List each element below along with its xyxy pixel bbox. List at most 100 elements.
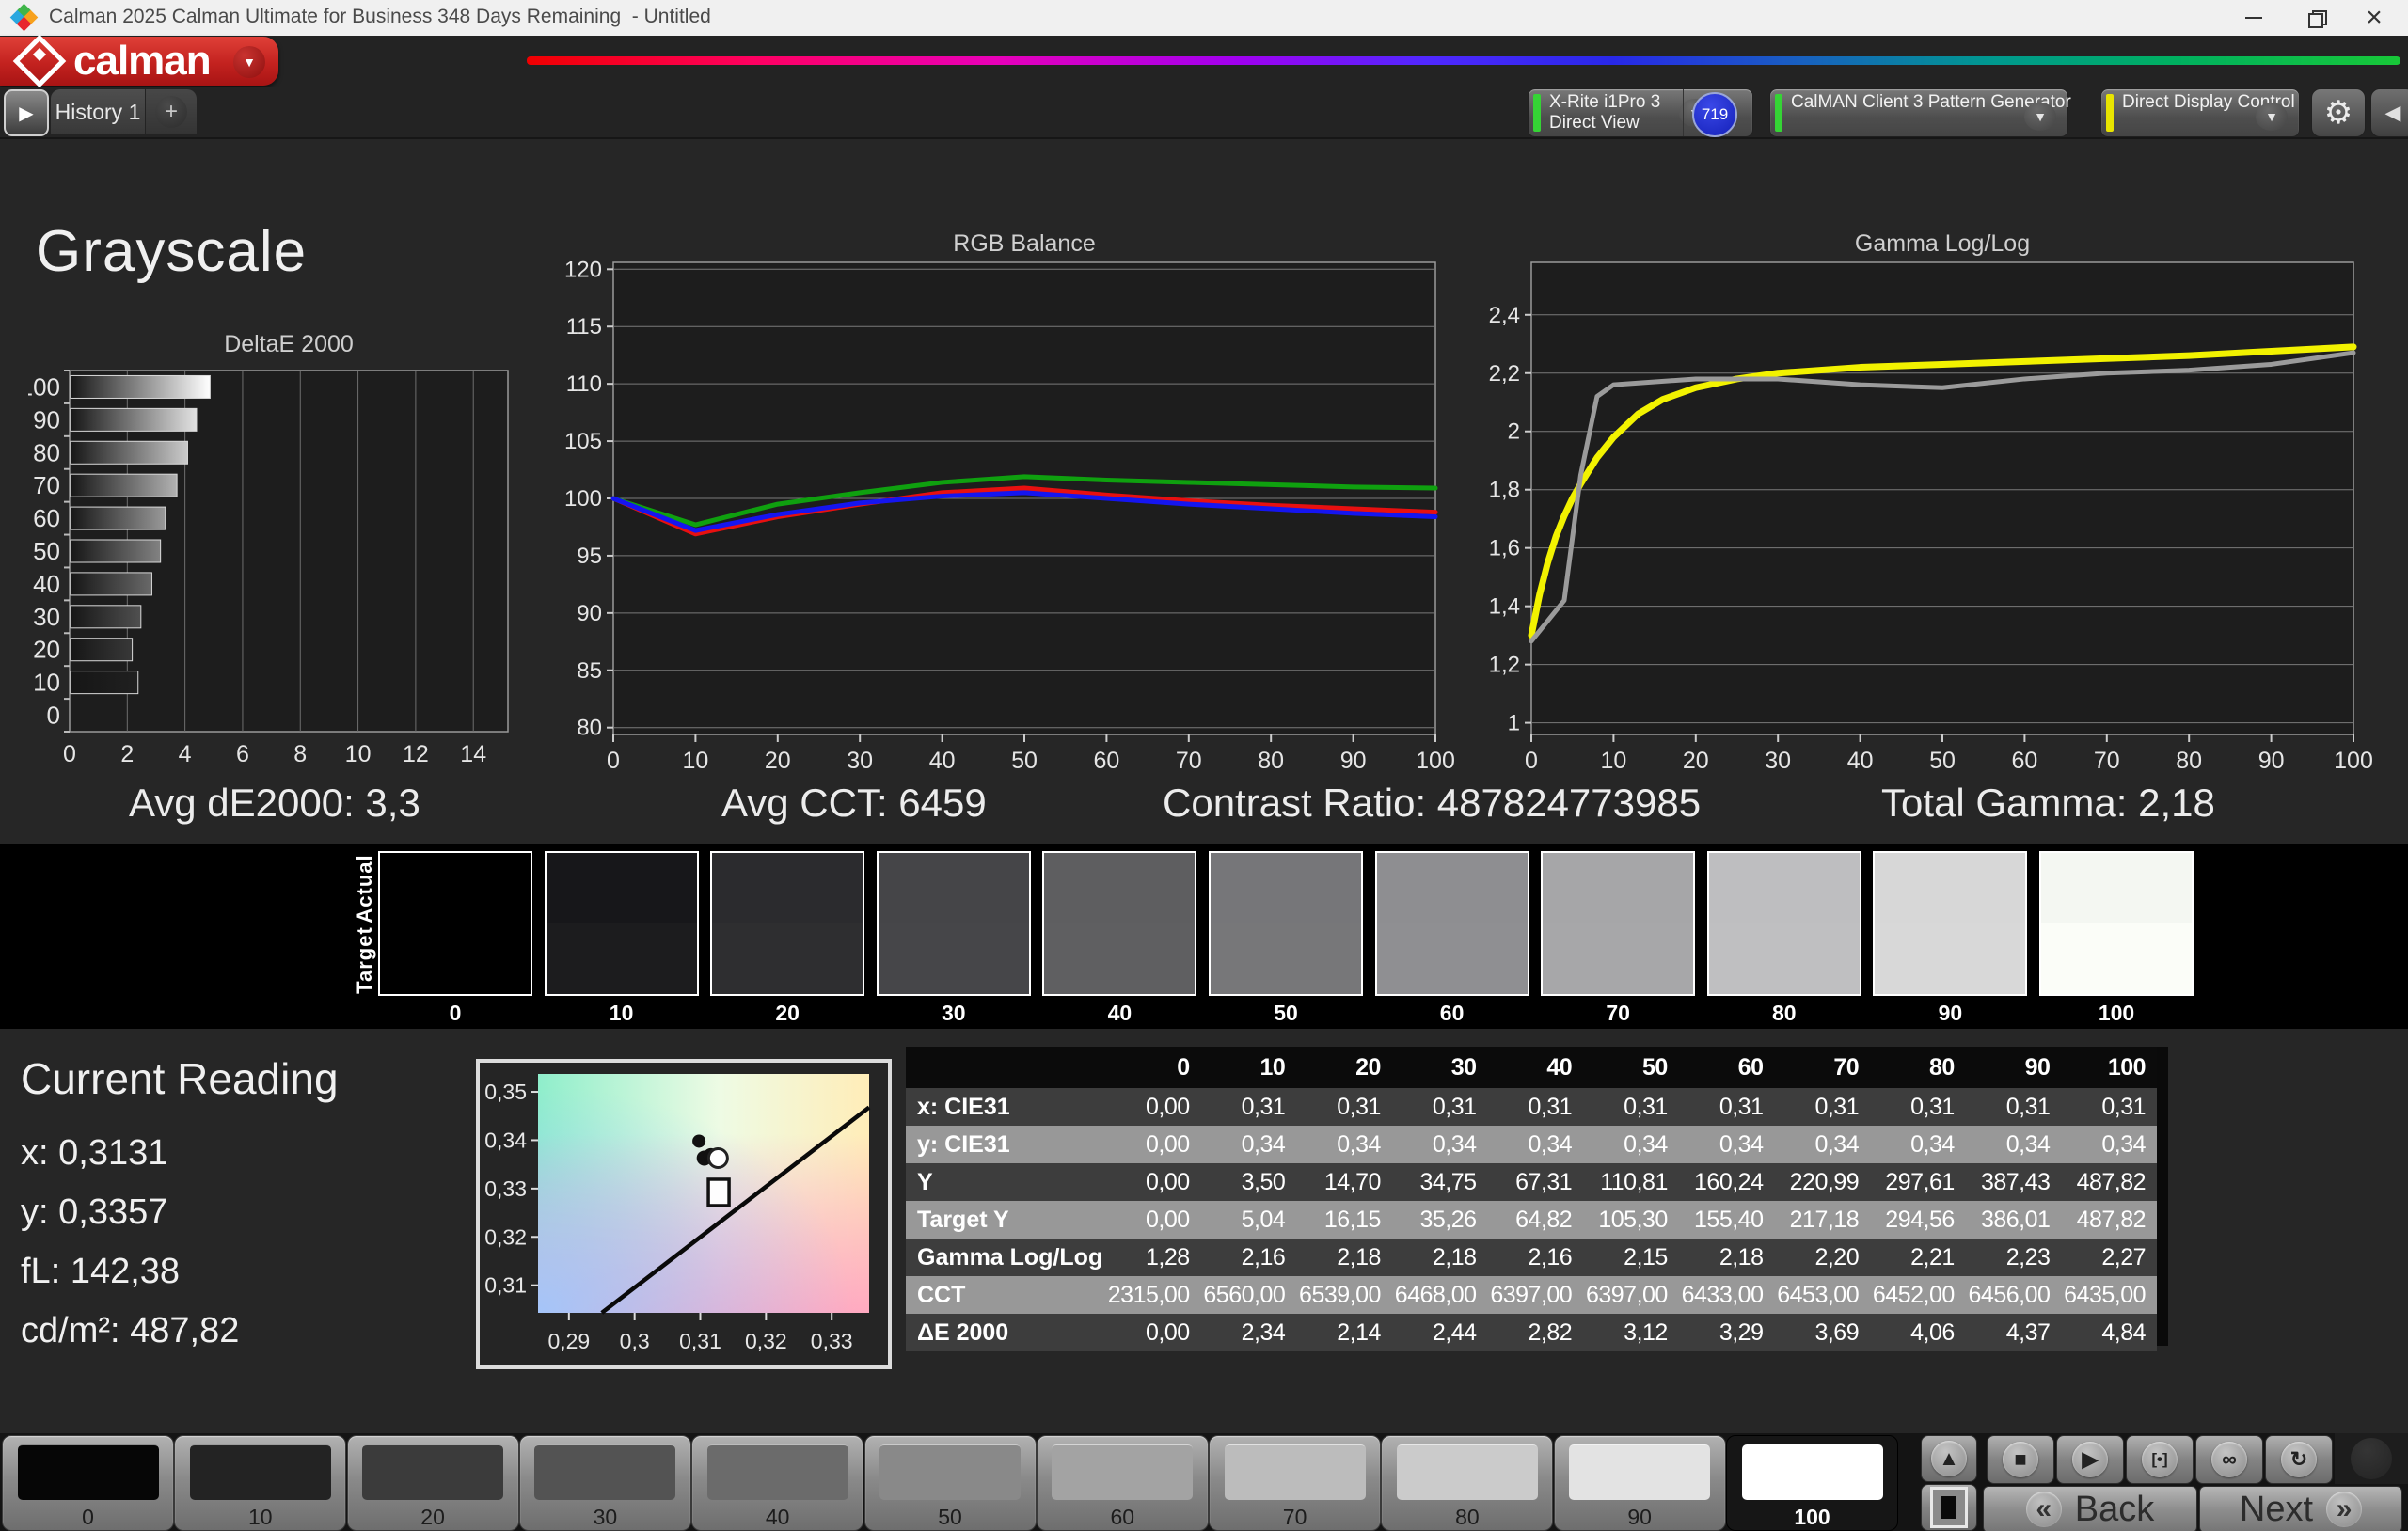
refresh-button[interactable]: ↻ [2265, 1435, 2333, 1484]
swatch-level-label: 80 [1707, 1001, 1861, 1026]
svg-text:8: 8 [293, 741, 307, 767]
table-cell: 0,31 [1201, 1088, 1297, 1126]
svg-text:DeltaE 2000: DeltaE 2000 [224, 331, 354, 357]
svg-text:105: 105 [564, 429, 602, 454]
add-tab-button[interactable]: + [146, 89, 197, 134]
table-scrollbar[interactable] [2157, 1047, 2168, 1346]
table-cell: 2,16 [1488, 1239, 1584, 1276]
pattern-level-label: 100 [1727, 1505, 1897, 1530]
table-cell: 0,00 [1105, 1201, 1201, 1239]
table-cell: 6433,00 [1679, 1276, 1775, 1314]
swatch-actual [1211, 853, 1361, 923]
table-cell: 0,31 [1679, 1088, 1775, 1126]
svg-text:14: 14 [460, 741, 486, 767]
pattern-level-button-80[interactable]: 80 [1381, 1435, 1553, 1531]
swatch-actual [547, 853, 697, 923]
source-caret-button[interactable]: ▼ [2024, 103, 2056, 131]
play-icon: ▶ [2083, 1447, 2099, 1472]
pattern-window-button[interactable] [1921, 1484, 1977, 1531]
pattern-swatch [534, 1444, 675, 1500]
pattern-bar-expand-button[interactable]: ▲ [1921, 1435, 1977, 1482]
continuous-measure-button[interactable]: ∞ [2195, 1435, 2263, 1484]
minimize-icon [2245, 17, 2262, 19]
pattern-level-button-100[interactable]: 100 [1726, 1435, 1898, 1531]
table-cell: 155,40 [1679, 1201, 1775, 1239]
reading-y: y: 0,3357 [21, 1192, 167, 1233]
close-button[interactable]: × [2348, 0, 2400, 36]
deltae-bar-80 [71, 441, 187, 464]
back-button[interactable]: «Back [1983, 1486, 2197, 1531]
pattern-level-button-90[interactable]: 90 [1554, 1435, 1726, 1531]
pattern-level-button-20[interactable]: 20 [347, 1435, 519, 1531]
svg-text:110: 110 [566, 371, 602, 397]
pattern-swatch [190, 1444, 331, 1500]
swatch-level-label: 20 [710, 1001, 864, 1026]
pattern-swatch [362, 1444, 503, 1500]
refresh-icon: ↻ [2290, 1447, 2307, 1472]
calman-menu-button[interactable]: calman ▼ [0, 37, 278, 86]
app-logo-icon [11, 5, 38, 31]
svg-text:40: 40 [929, 748, 956, 774]
settings-button[interactable]: ⚙ [2311, 88, 2366, 137]
pattern-swatch [879, 1444, 1021, 1500]
swatch-100 [2039, 851, 2194, 996]
pattern-level-button-10[interactable]: 10 [174, 1435, 346, 1531]
table-cell: 2,23 [1966, 1239, 2062, 1276]
table-cell: 6452,00 [1870, 1276, 1966, 1314]
deltae-bar-50 [71, 540, 161, 562]
svg-text:1,8: 1,8 [1489, 478, 1520, 503]
swatch-10 [545, 851, 699, 996]
tab-history-1[interactable]: History 1 [51, 89, 145, 134]
table-row: Target Y0,005,0416,1535,2664,82105,30155… [906, 1201, 2157, 1239]
table-cell: 160,24 [1679, 1163, 1775, 1201]
svg-text:40: 40 [1847, 748, 1874, 774]
table-cell: 0,00 [1105, 1088, 1201, 1126]
pattern-level-button-40[interactable]: 40 [691, 1435, 863, 1531]
display-caret-button[interactable]: ▼ [2256, 103, 2288, 131]
table-cell: 6453,00 [1774, 1276, 1870, 1314]
table-cell: 5,04 [1201, 1201, 1297, 1239]
table-cell: 6539,00 [1296, 1276, 1392, 1314]
table-cell: 0,34 [1488, 1126, 1584, 1163]
table-cell: 4,06 [1870, 1314, 1966, 1351]
swatch-target [712, 923, 863, 994]
chevrons-right-icon: » [2326, 1492, 2362, 1527]
pattern-level-button-50[interactable]: 50 [864, 1435, 1037, 1531]
table-cell: 1,28 [1105, 1239, 1201, 1276]
table-cell: 0,31 [1774, 1088, 1870, 1126]
minimize-button[interactable] [2227, 0, 2280, 36]
restore-button[interactable] [2289, 0, 2342, 36]
svg-text:30: 30 [33, 603, 60, 631]
svg-text:4: 4 [179, 741, 192, 767]
table-cell: 0,31 [2061, 1088, 2157, 1126]
table-row-label: x: CIE31 [906, 1088, 1105, 1126]
workflow-nav-button[interactable]: ▶ [4, 89, 49, 136]
svg-text:1: 1 [1508, 711, 1520, 736]
table-column-header: 20 [1296, 1047, 1392, 1088]
pattern-level-button-60[interactable]: 60 [1037, 1435, 1209, 1531]
pattern-level-button-30[interactable]: 30 [519, 1435, 691, 1531]
svg-text:10: 10 [33, 669, 60, 697]
meter-dropdown[interactable]: X-Rite i1Pro 3 Direct View ▼ 719 [1528, 88, 1753, 137]
pattern-level-label: 90 [1555, 1505, 1725, 1530]
svg-text:0,31: 0,31 [484, 1273, 527, 1298]
svg-text:115: 115 [566, 314, 602, 339]
svg-text:100: 100 [28, 372, 60, 401]
pattern-generator-dropdown[interactable]: CalMAN Client 3 Pattern Generator ▼ [1769, 88, 2068, 137]
svg-text:40: 40 [33, 570, 60, 598]
table-row: x: CIE310,000,310,310,310,310,310,310,31… [906, 1088, 2157, 1126]
pattern-level-button-70[interactable]: 70 [1209, 1435, 1381, 1531]
stop-button[interactable]: ■ [1987, 1435, 2054, 1484]
chevron-down-icon: ▼ [243, 55, 256, 70]
play-measure-button[interactable]: ▶ [2056, 1435, 2124, 1484]
menu-dropdown-button[interactable]: ▼ [233, 46, 265, 78]
pattern-level-button-0[interactable]: 0 [2, 1435, 174, 1531]
svg-text:70: 70 [2094, 748, 2120, 774]
collapse-panel-button[interactable]: ◀ [2370, 88, 2408, 137]
meter-status-indicator [1533, 94, 1541, 132]
interval-button[interactable]: [•] [2126, 1435, 2194, 1484]
next-button[interactable]: Next» [2199, 1486, 2402, 1531]
table-cell: 67,31 [1488, 1163, 1584, 1201]
display-control-dropdown[interactable]: Direct Display Control ▼ [2100, 88, 2300, 137]
table-cell: 387,43 [1966, 1163, 2062, 1201]
